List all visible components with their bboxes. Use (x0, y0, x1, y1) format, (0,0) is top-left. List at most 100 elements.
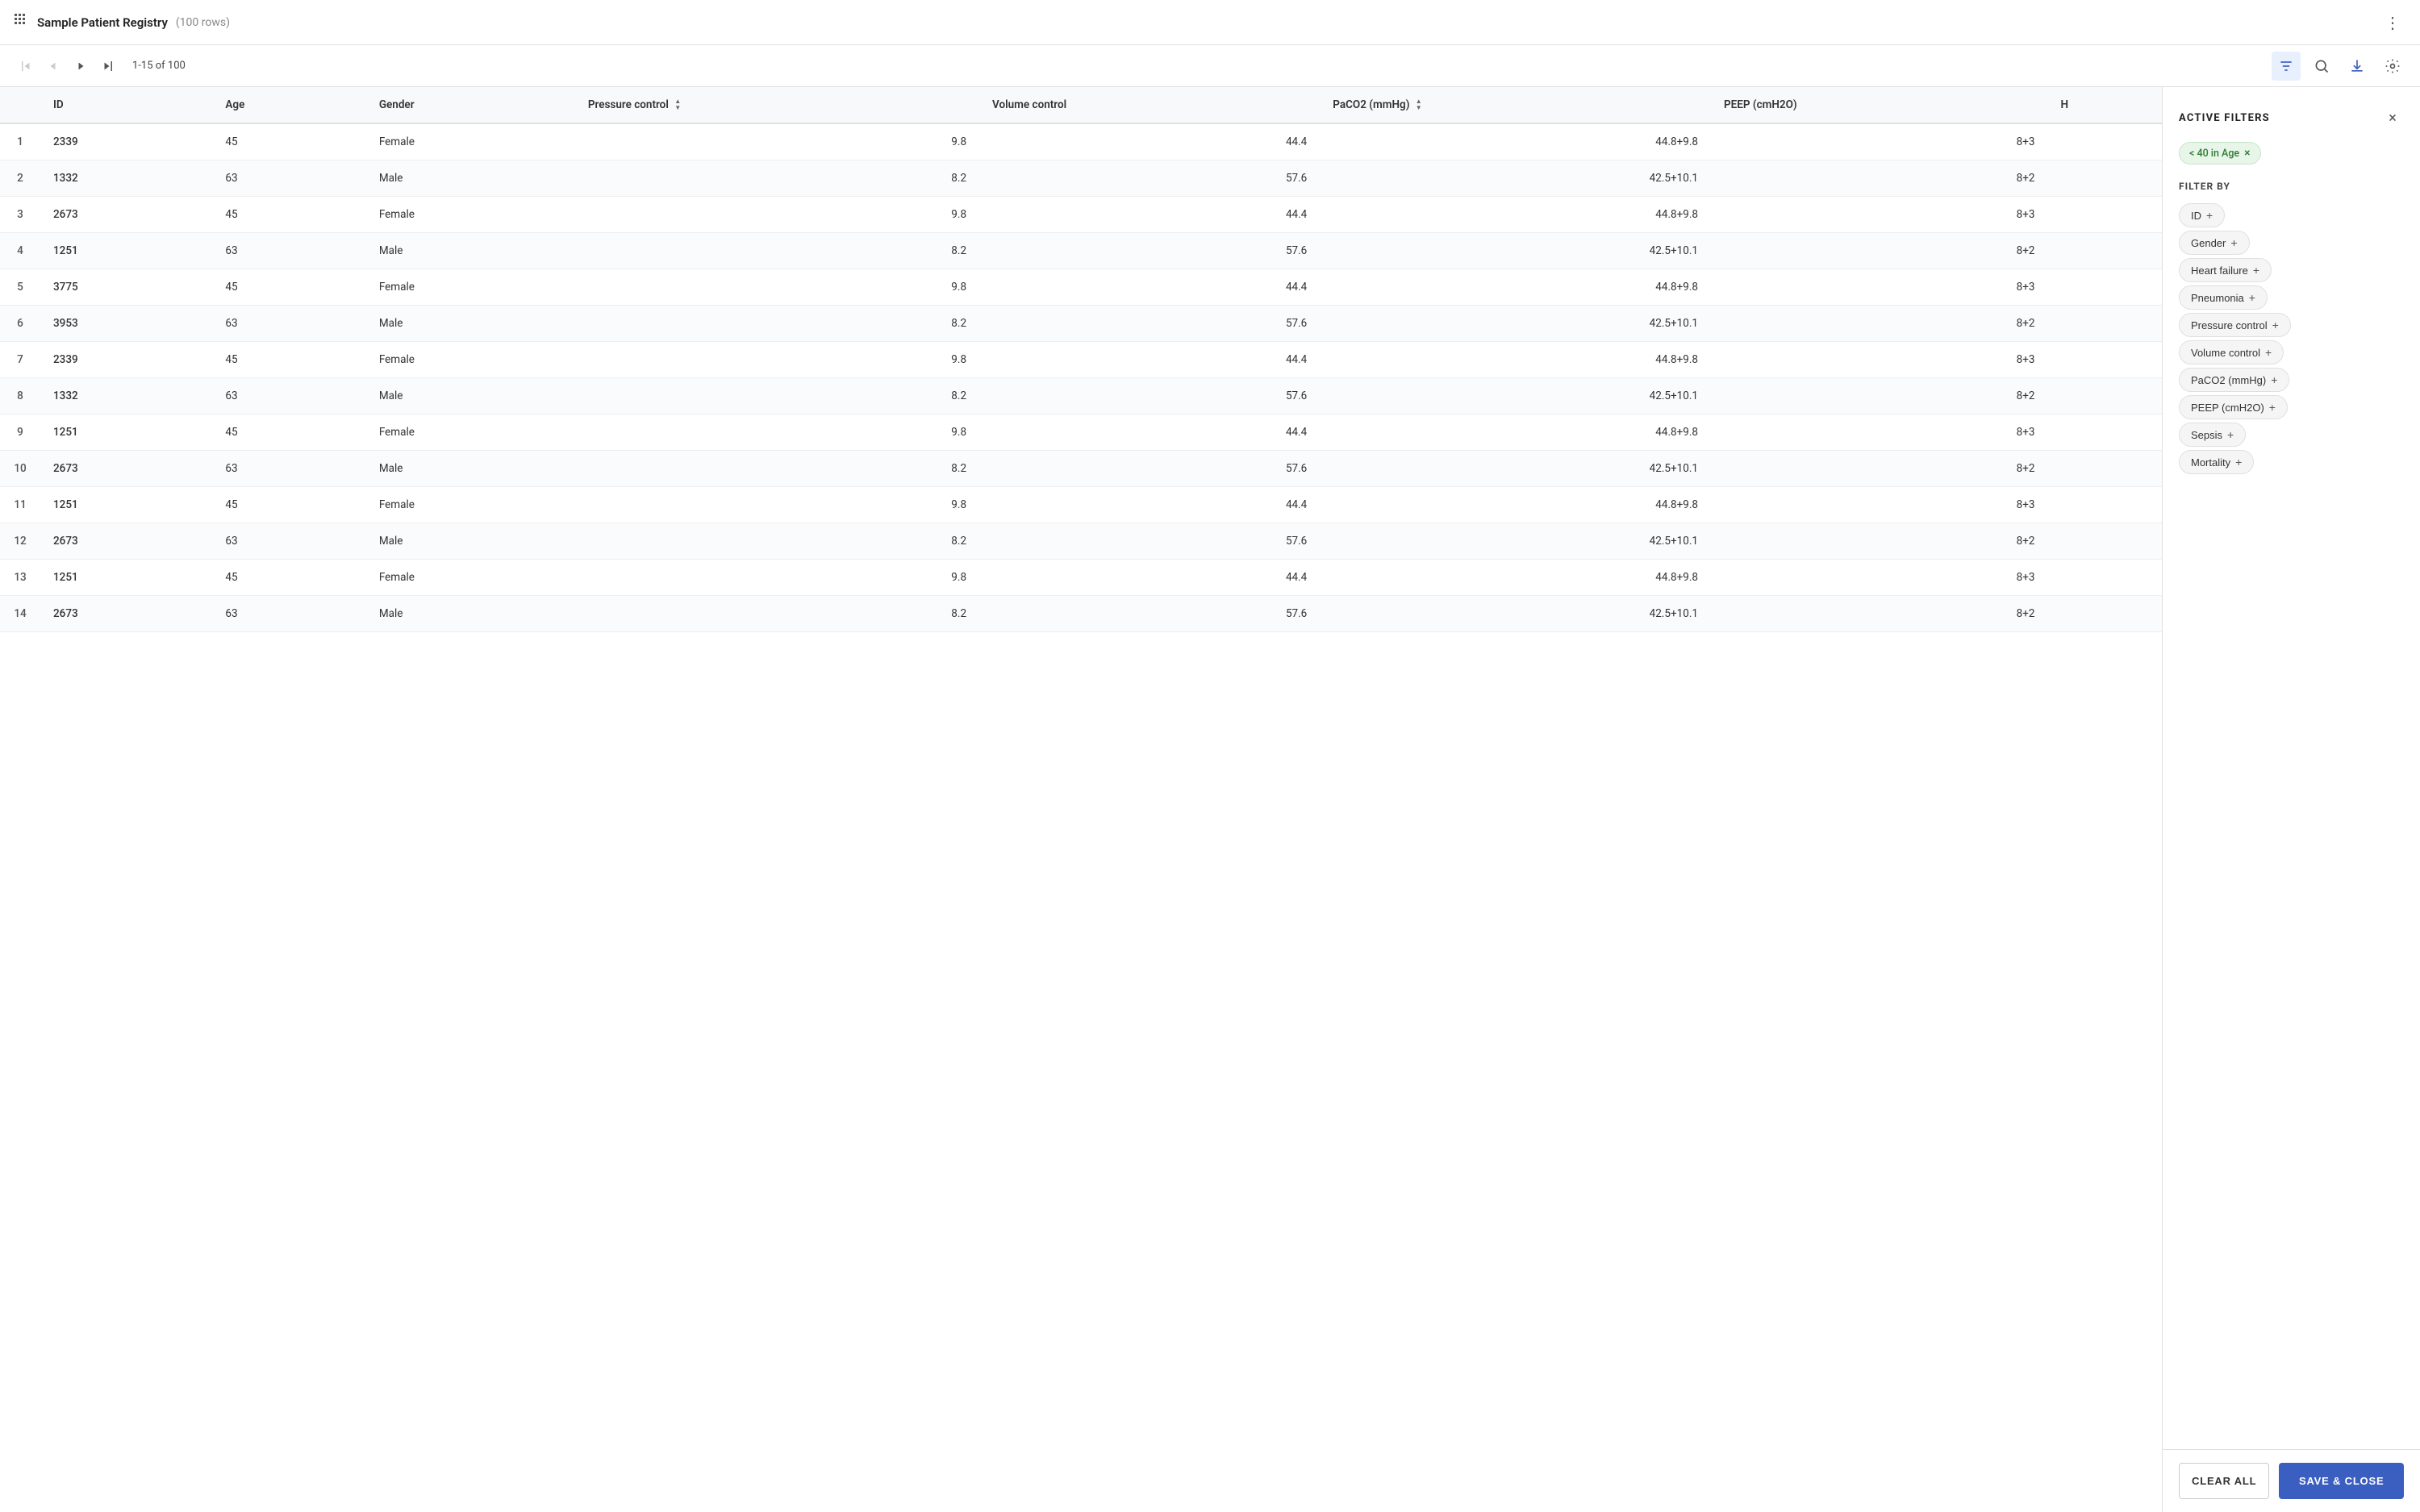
add-filter-icon: + (2249, 291, 2255, 304)
last-page-button[interactable] (95, 53, 121, 79)
cell-row-num: 4 (0, 233, 40, 269)
cell-row-num: 10 (0, 451, 40, 487)
cell-gender: Male (366, 596, 575, 632)
filter-options-list: ID + Gender + Heart failure + Pneumonia … (2179, 203, 2404, 474)
next-page-button[interactable] (68, 53, 94, 79)
table-row: 2 1332 63 Male 8.2 57.6 42.5+10.1 8+2 (0, 160, 2162, 197)
clear-all-button[interactable]: CLEAR ALL (2179, 1463, 2269, 1499)
filter-by-section: FILTER BY ID + Gender + Heart failure + … (2179, 181, 2404, 474)
filter-option-pressure-control[interactable]: Pressure control + (2179, 313, 2291, 337)
cell-gender: Female (366, 560, 575, 596)
col-header-paco2[interactable]: PaCO2 (mmHg) ▲▼ (1320, 87, 1711, 123)
cell-peep: 8+3 (1711, 414, 2048, 451)
download-button[interactable] (2343, 52, 2372, 81)
cell-row-num: 5 (0, 269, 40, 306)
cell-row-num: 14 (0, 596, 40, 632)
cell-row-num: 12 (0, 523, 40, 560)
filter-option-volume-control[interactable]: Volume control + (2179, 340, 2284, 364)
filter-option-label: PaCO2 (mmHg) (2191, 374, 2266, 386)
col-header-age[interactable]: Age (212, 87, 365, 123)
cell-peep: 8+2 (1711, 596, 2048, 632)
filter-option-sepsis[interactable]: Sepsis + (2179, 423, 2246, 447)
filter-option-label: Gender (2191, 237, 2226, 249)
col-header-volume[interactable]: Volume control (979, 87, 1320, 123)
cell-age: 63 (212, 306, 365, 342)
filter-option-gender[interactable]: Gender + (2179, 231, 2250, 255)
cell-age: 45 (212, 560, 365, 596)
table-row: 14 2673 63 Male 8.2 57.6 42.5+10.1 8+2 (0, 596, 2162, 632)
prev-page-button[interactable] (40, 53, 66, 79)
filter-panel-footer: CLEAR ALL SAVE & CLOSE (2163, 1449, 2420, 1512)
cell-h (2048, 487, 2163, 523)
cell-age: 45 (212, 342, 365, 378)
cell-volume: 57.6 (979, 306, 1320, 342)
filter-option-mortality[interactable]: Mortality + (2179, 450, 2254, 474)
cell-peep: 8+2 (1711, 160, 2048, 197)
col-header-id[interactable]: ID (40, 87, 212, 123)
cell-h (2048, 160, 2163, 197)
cell-gender: Male (366, 451, 575, 487)
cell-paco2: 42.5+10.1 (1320, 523, 1711, 560)
col-header-h[interactable]: H (2048, 87, 2163, 123)
cell-paco2: 42.5+10.1 (1320, 233, 1711, 269)
close-filter-panel-button[interactable]: × (2381, 106, 2404, 129)
filter-option-pneumonia[interactable]: Pneumonia + (2179, 285, 2268, 310)
col-header-gender[interactable]: Gender (366, 87, 575, 123)
first-page-button[interactable] (13, 53, 39, 79)
table-row: 12 2673 63 Male 8.2 57.6 42.5+10.1 8+2 (0, 523, 2162, 560)
save-close-button[interactable]: SAVE & CLOSE (2279, 1463, 2404, 1499)
col-header-pressure[interactable]: Pressure control ▲▼ (575, 87, 979, 123)
cell-pressure: 9.8 (575, 560, 979, 596)
filter-option-label: Pneumonia (2191, 292, 2244, 304)
cell-row-num: 1 (0, 123, 40, 160)
cell-volume: 57.6 (979, 378, 1320, 414)
active-filter-label: < 40 in Age (2189, 148, 2239, 160)
cell-peep: 8+2 (1711, 523, 2048, 560)
cell-paco2: 42.5+10.1 (1320, 306, 1711, 342)
col-header-row-num (0, 87, 40, 123)
filter-option-paco2-mmhg[interactable]: PaCO2 (mmHg) + (2179, 368, 2289, 392)
table-row: 10 2673 63 Male 8.2 57.6 42.5+10.1 8+2 (0, 451, 2162, 487)
active-filter-tag: < 40 in Age × (2179, 142, 2261, 165)
filter-button[interactable] (2272, 52, 2301, 81)
table-header-row: ID Age Gender Pressure control ▲▼ Volume… (0, 87, 2162, 123)
top-bar: Sample Patient Registry (100 rows) ⋮ (0, 0, 2420, 45)
cell-row-num: 3 (0, 197, 40, 233)
cell-paco2: 42.5+10.1 (1320, 451, 1711, 487)
cell-age: 45 (212, 414, 365, 451)
cell-row-num: 7 (0, 342, 40, 378)
filter-option-peep-cmh2o[interactable]: PEEP (cmH2O) + (2179, 395, 2288, 419)
cell-pressure: 9.8 (575, 269, 979, 306)
cell-volume: 44.4 (979, 414, 1320, 451)
cell-pressure: 8.2 (575, 523, 979, 560)
add-filter-icon: + (2271, 373, 2277, 386)
filter-panel-title: ACTIVE FILTERS (2179, 112, 2270, 124)
remove-filter-button[interactable]: × (2244, 147, 2250, 160)
cell-row-num: 6 (0, 306, 40, 342)
cell-id: 1251 (40, 487, 212, 523)
settings-button[interactable] (2378, 52, 2407, 81)
cell-h (2048, 560, 2163, 596)
cell-id: 1332 (40, 378, 212, 414)
pagination-bar-left: 1-15 of 100 (13, 53, 2268, 79)
cell-paco2: 44.8+9.8 (1320, 414, 1711, 451)
pagination-bar-right (2272, 52, 2407, 81)
add-filter-icon: + (2253, 264, 2259, 277)
cell-h (2048, 306, 2163, 342)
kebab-menu-button[interactable]: ⋮ (2378, 10, 2407, 35)
table-row: 4 1251 63 Male 8.2 57.6 42.5+10.1 8+2 (0, 233, 2162, 269)
cell-paco2: 44.8+9.8 (1320, 487, 1711, 523)
table-area[interactable]: ID Age Gender Pressure control ▲▼ Volume… (0, 87, 2162, 1512)
col-header-peep[interactable]: PEEP (cmH2O) (1711, 87, 2048, 123)
table-row: 9 1251 45 Female 9.8 44.4 44.8+9.8 8+3 (0, 414, 2162, 451)
cell-peep: 8+2 (1711, 233, 2048, 269)
filter-option-id[interactable]: ID + (2179, 203, 2225, 227)
cell-paco2: 44.8+9.8 (1320, 560, 1711, 596)
cell-volume: 57.6 (979, 160, 1320, 197)
filter-option-heart-failure[interactable]: Heart failure + (2179, 258, 2272, 282)
table-row: 13 1251 45 Female 9.8 44.4 44.8+9.8 8+3 (0, 560, 2162, 596)
cell-volume: 44.4 (979, 269, 1320, 306)
cell-id: 1251 (40, 560, 212, 596)
search-button[interactable] (2307, 52, 2336, 81)
cell-volume: 44.4 (979, 560, 1320, 596)
